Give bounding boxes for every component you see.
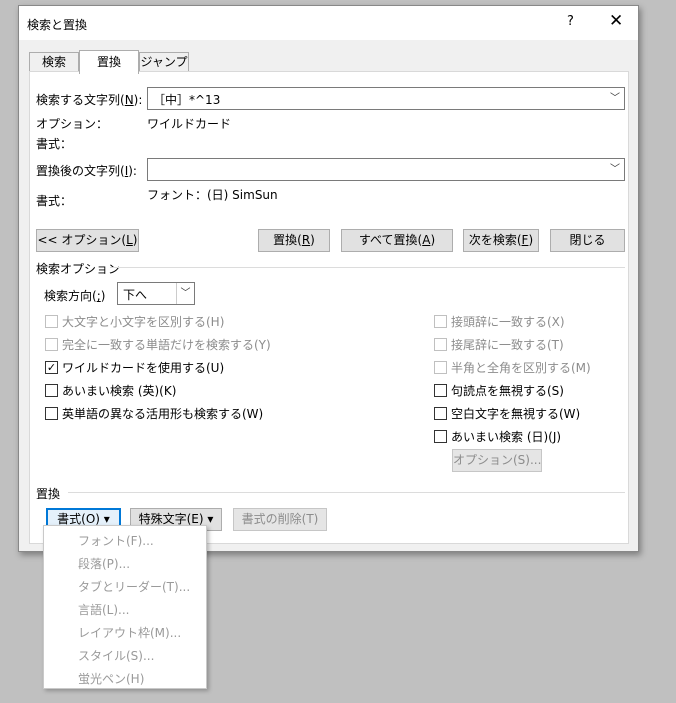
- checkbox-box: [434, 407, 447, 420]
- replace-with-combobox[interactable]: ﹀: [147, 158, 625, 181]
- options-value: ワイルドカード: [147, 117, 232, 131]
- checkbox-box: ✓: [45, 361, 58, 374]
- replace-panel: 検索する文字列(N): ［中］*^13 ﹀ オプション： ワイルドカード 書式：…: [29, 71, 629, 544]
- checkbox-box: [45, 384, 58, 397]
- replace-section-heading: 置換: [36, 487, 61, 501]
- checkbox-box: [434, 338, 447, 351]
- menu-item-font[interactable]: フォント(F)...: [78, 532, 154, 549]
- checkbox-box: [434, 384, 447, 397]
- whole-word-checkbox[interactable]: 完全に一致する単語だけを検索する(Y): [45, 336, 271, 352]
- help-button[interactable]: ?: [567, 14, 574, 29]
- window-title: 検索と置換: [27, 18, 88, 32]
- fuzzy-options-button[interactable]: オプション(S)...: [452, 449, 542, 472]
- fuzzy-japanese-checkbox[interactable]: あいまい検索 (日)(J): [434, 428, 561, 444]
- menu-item-tabs[interactable]: タブとリーダー(T)...: [78, 578, 190, 595]
- title-bar: 検索と置換 ? ✕: [19, 6, 638, 40]
- format-menu: フォント(F)... 段落(P)... タブとリーダー(T)... 言語(L).…: [43, 525, 207, 689]
- separator: [110, 267, 625, 268]
- find-replace-dialog: 検索と置換 ? ✕ 検索 置換 ジャンプ 検索する文字列(N): ［中］*^13…: [18, 5, 639, 552]
- checkbox-box: [434, 361, 447, 374]
- ignore-whitespace-checkbox[interactable]: 空白文字を無視する(W): [434, 405, 580, 421]
- match-suffix-checkbox[interactable]: 接尾辞に一致する(T): [434, 336, 564, 352]
- menu-item-paragraph[interactable]: 段落(P)...: [78, 555, 130, 572]
- less-options-button[interactable]: << オプション(L): [36, 229, 139, 252]
- chevron-down-icon[interactable]: ﹀: [176, 283, 194, 304]
- checkbox-box: [434, 430, 447, 443]
- match-prefix-checkbox[interactable]: 接頭辞に一致する(X): [434, 313, 565, 329]
- menu-item-language[interactable]: 言語(L)...: [78, 601, 130, 618]
- find-next-button[interactable]: 次を検索(F): [463, 229, 539, 252]
- direction-label: 検索方向(;): [44, 289, 106, 303]
- direction-select[interactable]: 下へ ﹀: [117, 282, 195, 305]
- find-format-label: 書式：: [36, 137, 73, 151]
- menu-item-style[interactable]: スタイル(S)...: [78, 647, 154, 664]
- checkbox-box: [45, 338, 58, 351]
- replace-format-value: フォント：(日) SimSun: [147, 188, 278, 202]
- no-formatting-button[interactable]: 書式の削除(T): [233, 508, 327, 531]
- chevron-down-icon[interactable]: ﹀: [606, 88, 624, 109]
- replace-label: 置換後の文字列(I):: [36, 164, 137, 178]
- word-forms-checkbox[interactable]: 英単語の異なる活用形も検索する(W): [45, 405, 263, 421]
- replace-all-button[interactable]: すべて置換(A): [341, 229, 453, 252]
- replace-format-label: 書式：: [36, 194, 73, 208]
- options-label: オプション：: [36, 117, 109, 131]
- match-width-checkbox[interactable]: 半角と全角を区別する(M): [434, 359, 591, 375]
- find-label: 検索する文字列(N):: [36, 93, 143, 107]
- chevron-down-icon[interactable]: ﹀: [606, 159, 624, 180]
- checkbox-box: [45, 315, 58, 328]
- replace-button[interactable]: 置換(R): [258, 229, 330, 252]
- search-options-heading: 検索オプション: [36, 262, 121, 276]
- ignore-punctuation-checkbox[interactable]: 句読点を無視する(S): [434, 382, 564, 398]
- find-what-combobox[interactable]: ［中］*^13 ﹀: [147, 87, 625, 110]
- match-case-checkbox[interactable]: 大文字と小文字を区別する(H): [45, 313, 224, 329]
- tab-goto[interactable]: ジャンプ: [139, 52, 189, 72]
- checkbox-box: [434, 315, 447, 328]
- close-window-button[interactable]: ✕: [609, 11, 623, 31]
- tab-find[interactable]: 検索: [29, 52, 79, 72]
- menu-item-highlight[interactable]: 蛍光ペン(H): [78, 670, 144, 687]
- separator: [68, 492, 625, 493]
- find-what-value: ［中］*^13: [153, 93, 221, 107]
- use-wildcards-checkbox[interactable]: ✓ ワイルドカードを使用する(U): [45, 359, 224, 375]
- fuzzy-english-checkbox[interactable]: あいまい検索 (英)(K): [45, 382, 176, 398]
- direction-value: 下へ: [123, 288, 148, 302]
- close-button[interactable]: 閉じる: [550, 229, 625, 252]
- tab-replace[interactable]: 置換: [79, 50, 139, 74]
- menu-item-frame[interactable]: レイアウト枠(M)...: [78, 624, 181, 641]
- checkbox-box: [45, 407, 58, 420]
